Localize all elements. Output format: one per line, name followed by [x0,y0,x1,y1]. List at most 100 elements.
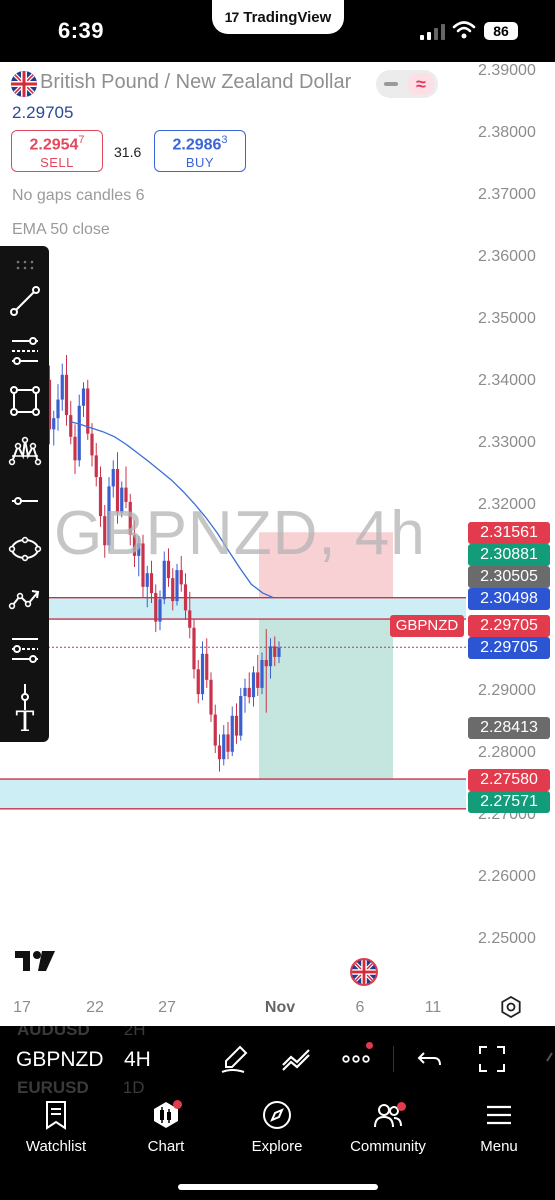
symbol-selector[interactable]: GBPNZD [16,1048,104,1072]
app-screen: GBPNZD, 4h 6:39 17 TradingView 86 Britis… [0,0,555,1200]
price-tag-last[interactable]: 2.29705 [468,615,550,637]
long-position-tool-icon[interactable] [6,630,44,668]
fullscreen-icon[interactable] [476,1043,508,1075]
tab-label: Community [350,1138,426,1155]
price-tag-resistance[interactable]: 2.30505 [468,566,550,588]
y-tick: 2.37000 [478,186,536,203]
candle-body [111,469,115,487]
redo-icon[interactable] [538,1043,555,1075]
tab-label: Menu [480,1138,518,1155]
candle-body [273,646,277,657]
indicator-legend-ema[interactable]: EMA 50 close [12,221,110,239]
candle-body [264,660,268,667]
minus-icon [384,82,398,86]
candle-body [247,687,251,698]
chart-watermark: GBPNZD, 4h [54,499,426,568]
tab-chart[interactable]: Chart [111,1100,221,1160]
symbol-title[interactable]: British Pound / New Zealand Dollar [40,71,351,94]
forecast-tool-icon[interactable] [6,580,44,618]
price-tag-entry[interactable]: 2.30498 [468,588,550,610]
candle-body [268,646,273,667]
candle-body [222,734,226,760]
price-tag-ema[interactable]: 2.30881 [468,544,550,566]
status-bar: 6:39 17 TradingView 86 [0,0,555,62]
drawing-brush-icon[interactable] [218,1043,250,1075]
trend-line-tool-icon[interactable] [6,282,44,320]
candle-body [256,672,260,688]
chart-bottom-controls: AUDUSD 2H GBPNZD 4H EURUSD 1D [0,1026,555,1094]
sell-label: SELL [40,155,74,171]
app-indicator-label: TradingView [243,8,332,26]
price-tag-crosshair[interactable]: 2.28413 [468,717,550,739]
x-tick: 6 [355,999,365,1016]
wifi-icon [452,21,476,39]
ghost-symbol-below: EURUSD 1D [17,1078,145,1094]
candle-body [154,593,158,622]
candle-body [158,599,162,622]
candle-body [209,679,213,715]
text-tool-icon[interactable]: T [6,704,44,738]
chart-status-pill[interactable]: ≈ [376,70,438,98]
x-tick: Nov [264,999,296,1016]
sell-price: 2.2954 [29,136,79,154]
candle-body [243,687,247,696]
symbol-price-tag: GBPNZD [390,615,464,637]
y-tick: 2.36000 [478,248,536,265]
battery-icon: 86 [484,22,518,40]
candle-body [56,399,60,419]
y-tick: 2.28000 [478,744,536,761]
tab-explore[interactable]: Explore [222,1100,332,1160]
sell-price-pip: 7 [78,134,85,146]
indicators-icon[interactable] [280,1043,312,1075]
gbp-event-flag-icon[interactable] [350,958,378,986]
candle-body [192,627,196,670]
candle-body [145,573,149,587]
candle-body [213,714,217,746]
candle-body [217,745,222,760]
buy-price: 2.2986 [172,136,222,154]
tab-label: Watchlist [25,1138,87,1155]
x-tick: 11 [424,999,442,1016]
tradingview-logo-icon: 17 [224,9,240,25]
x-tick: 17 [13,999,31,1016]
candle-body [277,647,281,657]
gear-icon[interactable] [500,996,522,1018]
y-tick: 2.39000 [478,62,536,79]
candle-body [226,734,230,752]
horizontal-ray-tool-icon[interactable] [6,482,44,520]
y-tick: 2.25000 [478,930,536,947]
y-tick: 2.29000 [478,682,536,699]
undo-icon[interactable] [414,1043,446,1075]
ellipse-tool-icon[interactable] [6,530,44,568]
buy-button[interactable]: 2.29863 BUY [154,130,246,172]
candle-body [90,433,94,456]
pattern-tool-icon[interactable] [6,432,44,470]
tab-community[interactable]: Community [333,1100,443,1160]
candle-body [188,610,192,628]
indicator-legend-candles[interactable]: No gaps candles 6 [12,187,145,205]
tab-watchlist[interactable]: Watchlist [1,1100,111,1160]
status-time: 6:39 [58,18,105,43]
buy-label: BUY [185,155,215,171]
drawing-toolbar: T [0,246,49,742]
price-tag-support[interactable]: 2.27571 [468,791,550,813]
tab-menu[interactable]: Menu [444,1100,554,1160]
candle-body [183,584,188,611]
home-indicator [178,1184,378,1190]
candle-body [200,653,205,695]
x-tick: 27 [158,999,176,1016]
interval-selector[interactable]: 4H [124,1048,151,1072]
candle-body [52,418,56,430]
toolbar-drag-handle-icon[interactable] [6,252,44,278]
price-tag-stop[interactable]: 2.31561 [468,522,550,544]
price-tag-target[interactable]: 2.27580 [468,769,550,791]
price-tag-bid[interactable]: 2.29705 [468,637,550,659]
rectangle-tool-icon[interactable] [6,382,44,420]
tab-label: Explore [251,1138,303,1155]
candle-body [205,653,209,680]
app-indicator-pill[interactable]: 17 TradingView [212,0,344,34]
fib-retracement-tool-icon[interactable] [6,332,44,370]
candle-body [230,715,234,752]
sell-button[interactable]: 2.29547 SELL [11,130,103,172]
buy-price-pip: 3 [221,134,228,146]
